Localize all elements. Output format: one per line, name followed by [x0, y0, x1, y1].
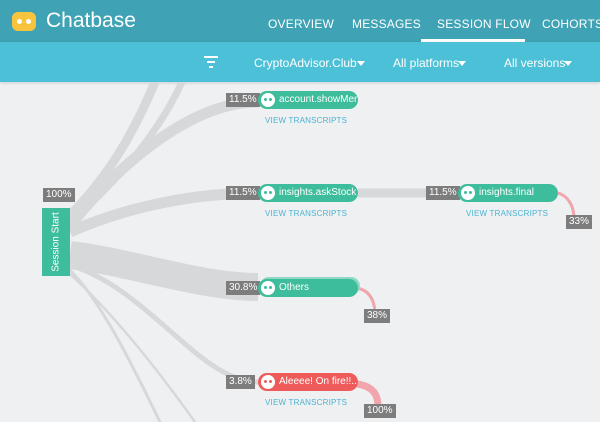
platform-select[interactable]: All platforms — [393, 56, 459, 70]
bot-select[interactable]: CryptoAdvisor.Club — [254, 56, 357, 70]
top-header: Chatbase OVERVIEW MESSAGES SESSION FLOW … — [0, 0, 600, 42]
tab-cohorts[interactable]: COHORTS — [542, 17, 600, 31]
version-select-chevron-down-icon[interactable] — [564, 61, 572, 66]
others-label: Others — [279, 282, 310, 293]
others-percentage: 30.8% — [226, 281, 261, 295]
tab-messages[interactable]: MESSAGES — [352, 17, 421, 31]
insights-final-label: insights.final — [479, 187, 535, 198]
insights-final-percentage: 11.5% — [426, 186, 460, 200]
view-transcripts-link-aleeee[interactable]: VIEW TRANSCRIPTS — [265, 398, 347, 407]
insights-final-node[interactable]: insights.final — [458, 184, 558, 202]
insights-askstock-label: insights.askStock — [279, 187, 357, 198]
bot-face-icon — [261, 281, 275, 295]
insights-final-exit-percentage: 33% — [566, 215, 593, 229]
account-showmenu-percentage: 11.5% — [226, 93, 260, 107]
flow-diagram — [65, 82, 576, 422]
aleeee-on-fire-node[interactable]: Aleeee! On fire!!... — [258, 373, 358, 391]
bot-select-chevron-down-icon[interactable] — [357, 61, 365, 66]
sad-bot-face-icon — [261, 375, 275, 389]
exit-flow-final — [557, 191, 576, 217]
insights-askstock-node[interactable]: insights.askStock — [258, 184, 358, 202]
aleeee-exit-percentage: 100% — [364, 404, 396, 418]
aleeee-percentage: 3.8% — [226, 375, 255, 389]
session-start-node[interactable]: Session Start — [42, 208, 70, 276]
session-start-label: Session Start — [50, 212, 62, 272]
insights-askstock-percentage: 11.5% — [226, 186, 260, 200]
account-showmenu-node[interactable]: account.showMenu — [258, 91, 358, 109]
aleeee-on-fire-label: Aleeee! On fire!!... — [279, 376, 358, 387]
others-node[interactable]: Others — [258, 279, 358, 297]
view-transcripts-link-insights-final[interactable]: VIEW TRANSCRIPTS — [466, 209, 548, 218]
session-start-percentage: 100% — [43, 188, 75, 202]
account-showmenu-label: account.showMenu — [279, 94, 358, 105]
view-transcripts-link-account-showmenu[interactable]: VIEW TRANSCRIPTS — [265, 116, 347, 125]
tab-session-flow[interactable]: SESSION FLOW — [437, 17, 531, 31]
app-name: Chatbase — [46, 9, 136, 32]
platform-select-chevron-down-icon[interactable] — [458, 61, 466, 66]
exit-flow-aleeee — [356, 380, 382, 407]
others-exit-percentage: 38% — [364, 309, 391, 323]
view-transcripts-link-insights-askstock[interactable]: VIEW TRANSCRIPTS — [265, 209, 347, 218]
version-select[interactable]: All versions — [504, 56, 565, 70]
flow-downstream-2 — [69, 273, 197, 422]
bot-face-icon — [261, 186, 275, 200]
flow-downstream-1 — [68, 268, 162, 422]
filter-icon[interactable] — [204, 56, 218, 68]
bot-face-icon — [461, 186, 475, 200]
bot-face-icon — [261, 93, 275, 107]
chatbase-logo-icon — [12, 12, 36, 31]
tab-overview[interactable]: OVERVIEW — [268, 17, 334, 31]
